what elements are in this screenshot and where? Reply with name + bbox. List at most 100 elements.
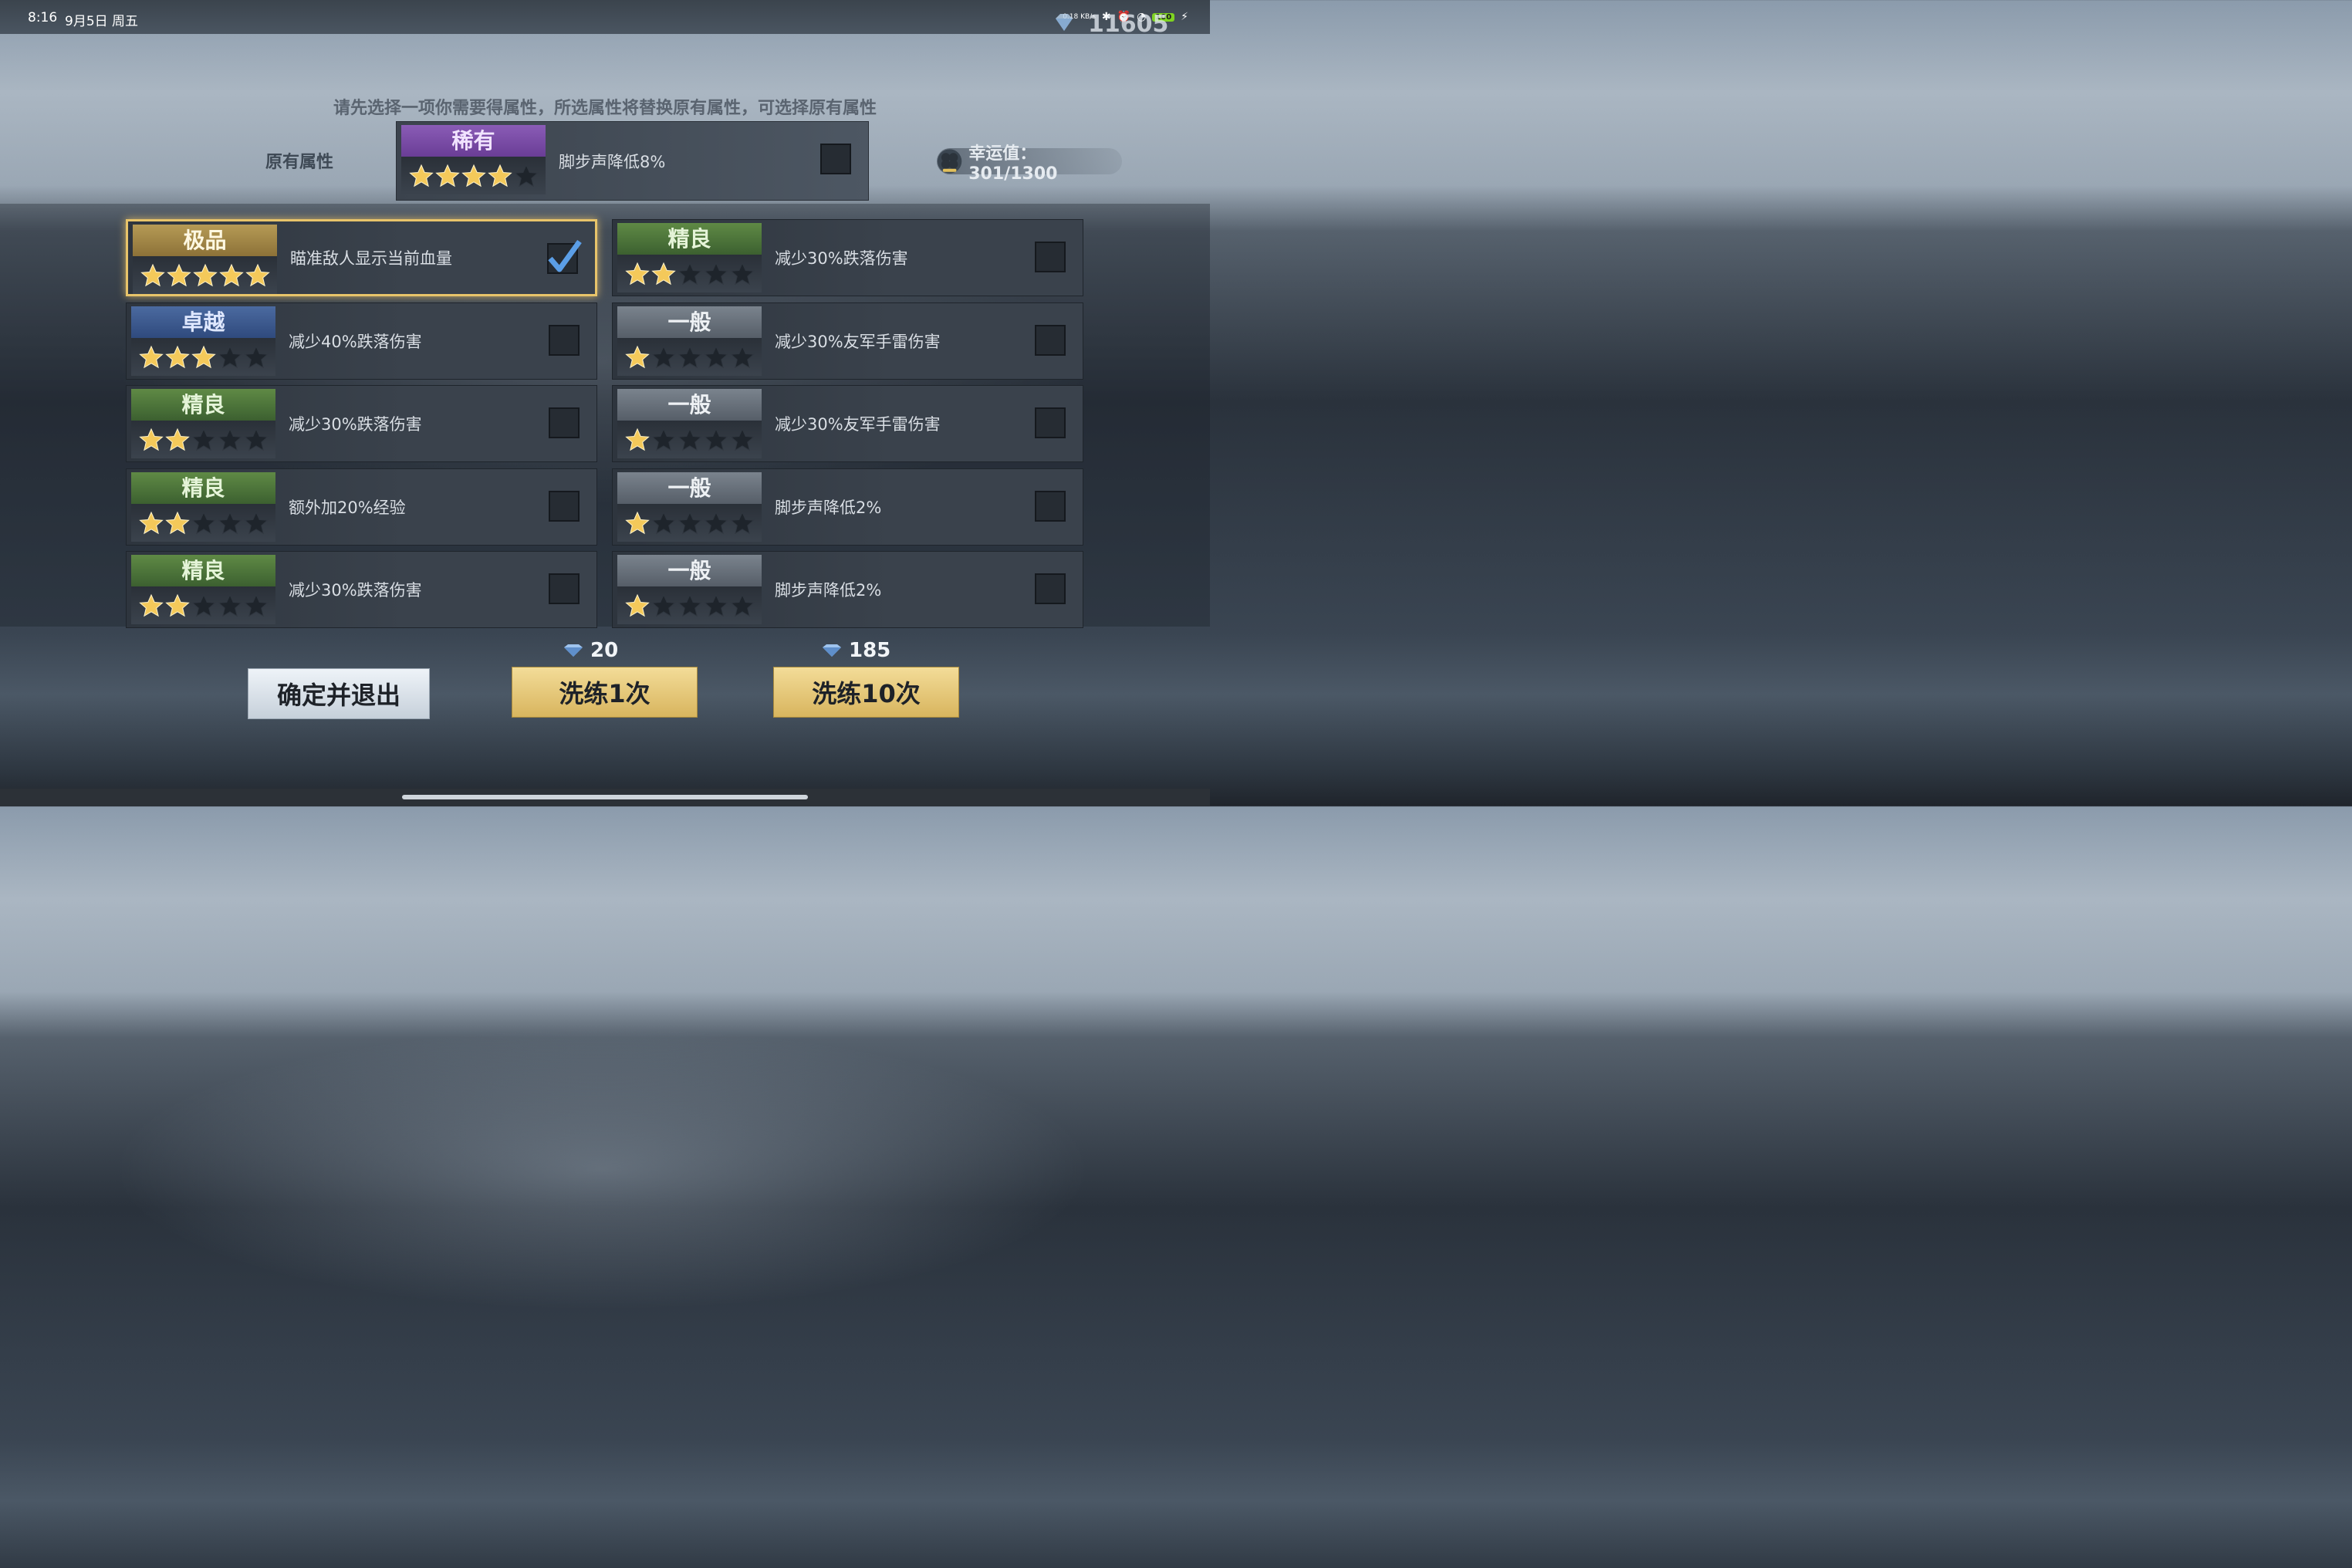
attribute-checkbox[interactable] [549, 573, 580, 604]
attribute-option-card[interactable]: 一般 脚步声降低2% [612, 468, 1083, 546]
attribute-checkbox[interactable] [1035, 325, 1066, 356]
status-time: 8:16 [28, 10, 58, 25]
star-rating [617, 255, 762, 292]
tier-label: 一般 [617, 306, 762, 338]
star-rating [131, 586, 275, 624]
attribute-option-card[interactable]: 精良 减少30%跌落伤害 [126, 551, 597, 628]
attribute-checkbox[interactable] [1035, 407, 1066, 438]
status-bar [0, 0, 1210, 34]
star-empty-icon [244, 593, 269, 617]
attribute-text: 脚步声降低2% [775, 498, 882, 517]
tier-label: 精良 [131, 389, 275, 421]
attribute-checkbox[interactable] [1035, 573, 1066, 604]
status-date: 9月5日 周五 [65, 14, 139, 29]
star-filled-icon [409, 164, 434, 187]
original-attribute-text: 脚步声降低8% [559, 152, 666, 171]
tier-label: 卓越 [131, 306, 275, 338]
attribute-option-card[interactable]: 精良 额外加20%经验 [126, 468, 597, 546]
attribute-text: 减少30%跌落伤害 [775, 249, 908, 268]
tier-badge: 一般 [617, 389, 762, 458]
checkmark-icon [548, 239, 582, 272]
tier-badge: 稀有 [401, 125, 546, 194]
star-filled-icon [165, 593, 190, 617]
tier-badge: 精良 [131, 472, 275, 542]
star-filled-icon [165, 427, 190, 451]
attribute-option-card[interactable]: 精良 减少30%跌落伤害 [126, 385, 597, 462]
star-empty-icon [651, 511, 676, 534]
tier-label: 精良 [131, 555, 275, 586]
star-filled-icon [139, 345, 164, 368]
original-attribute-label: 原有属性 [265, 153, 334, 172]
star-empty-icon [218, 593, 242, 617]
star-filled-icon [651, 262, 676, 285]
attribute-option-card[interactable]: 一般 减少30%友军手雷伤害 [612, 385, 1083, 462]
wash-ten-cost-value: 185 [849, 639, 891, 662]
diamond-currency-icon [1056, 14, 1073, 31]
attribute-checkbox[interactable] [547, 239, 582, 274]
attribute-text: 减少30%跌落伤害 [289, 581, 422, 600]
attribute-option-card[interactable]: 极品 瞄准敌人显示当前血量 [126, 219, 597, 296]
attribute-checkbox[interactable] [549, 491, 580, 522]
star-rating [131, 421, 275, 458]
original-attribute-card: 稀有 脚步声降低8% [396, 121, 869, 201]
wash-ten-cost: 185 [821, 639, 890, 662]
star-empty-icon [678, 345, 702, 368]
star-filled-icon [165, 345, 190, 368]
attribute-text: 减少30%跌落伤害 [289, 415, 422, 434]
star-filled-icon [625, 262, 650, 285]
wash-once-button[interactable]: 洗练1次 [512, 667, 698, 718]
star-rating [617, 338, 762, 376]
attribute-option-card[interactable]: 一般 减少30%友军手雷伤害 [612, 302, 1083, 380]
star-rating [617, 421, 762, 458]
star-filled-icon [461, 164, 486, 187]
attribute-option-card[interactable]: 卓越 减少40%跌落伤害 [126, 302, 597, 380]
attribute-text: 减少30%友军手雷伤害 [775, 333, 941, 351]
star-filled-icon [193, 263, 218, 286]
star-rating [131, 338, 275, 376]
luck-value: 幸运值：301/1300 [937, 144, 1122, 184]
star-filled-icon [167, 263, 191, 286]
star-rating [617, 504, 762, 542]
star-empty-icon [244, 345, 269, 368]
attribute-checkbox[interactable] [549, 325, 580, 356]
star-empty-icon [244, 427, 269, 451]
tier-label: 一般 [617, 472, 762, 504]
tier-label: 稀有 [401, 125, 546, 157]
star-empty-icon [730, 593, 755, 617]
original-attribute-checkbox[interactable] [820, 144, 851, 174]
star-rating [133, 256, 277, 294]
star-empty-icon [514, 164, 539, 187]
wash-ten-button[interactable]: 洗练10次 [773, 667, 959, 718]
attribute-option-card[interactable]: 精良 减少30%跌落伤害 [612, 219, 1083, 296]
star-empty-icon [678, 262, 702, 285]
star-rating [401, 157, 546, 194]
attribute-text: 额外加20%经验 [289, 498, 406, 517]
star-empty-icon [678, 511, 702, 534]
star-filled-icon [165, 511, 190, 534]
attribute-checkbox[interactable] [549, 407, 580, 438]
star-empty-icon [191, 511, 216, 534]
star-filled-icon [625, 511, 650, 534]
attribute-option-card[interactable]: 一般 脚步声降低2% [612, 551, 1083, 628]
tier-badge: 精良 [131, 555, 275, 624]
tier-label: 一般 [617, 389, 762, 421]
star-empty-icon [730, 511, 755, 534]
attribute-checkbox[interactable] [1035, 242, 1066, 272]
star-filled-icon [435, 164, 460, 187]
star-empty-icon [704, 262, 728, 285]
star-filled-icon [625, 593, 650, 617]
wash-once-cost-value: 20 [590, 639, 619, 662]
star-empty-icon [730, 262, 755, 285]
star-filled-icon [140, 263, 165, 286]
tier-label: 一般 [617, 555, 762, 586]
star-filled-icon [191, 345, 216, 368]
tier-label: 精良 [617, 223, 762, 255]
diamond-icon [823, 644, 841, 657]
attribute-checkbox[interactable] [1035, 491, 1066, 522]
star-empty-icon [651, 345, 676, 368]
star-filled-icon [488, 164, 512, 187]
star-empty-icon [730, 427, 755, 451]
home-indicator[interactable] [402, 795, 808, 799]
tier-badge: 一般 [617, 555, 762, 624]
confirm-exit-button[interactable]: 确定并退出 [248, 668, 430, 719]
